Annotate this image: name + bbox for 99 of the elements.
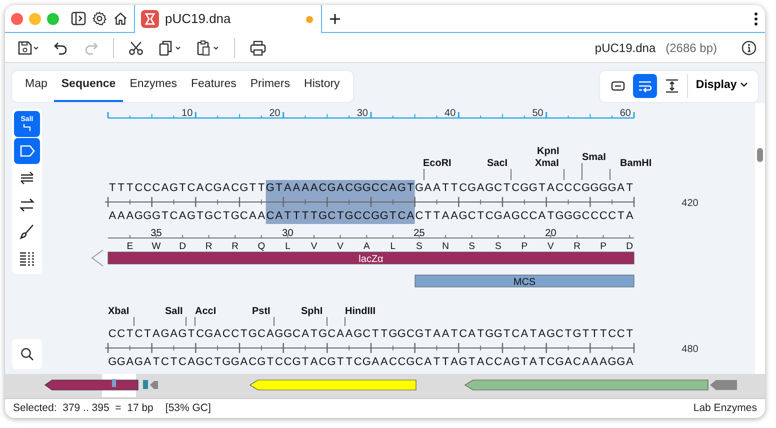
info-icon[interactable] <box>741 40 757 56</box>
amino-acid: S <box>494 241 502 252</box>
enzyme-label[interactable]: AccI <box>195 306 216 317</box>
document-name: pUC19.dna <box>594 40 656 56</box>
scrollbar[interactable] <box>755 103 765 374</box>
ruler-number: 50 <box>532 108 544 119</box>
save-icon <box>17 40 39 56</box>
amino-acid: D <box>626 241 634 252</box>
app-logo-icon <box>141 10 159 28</box>
residue-number: 30 <box>282 228 294 239</box>
sequence-text: AAAGGGTCAGTGCTGCAA <box>108 210 266 222</box>
search-icon <box>20 347 34 361</box>
enzyme-label[interactable]: HindIII <box>345 306 376 317</box>
strands-tool-icon <box>18 169 36 187</box>
paste-icon <box>196 40 220 56</box>
reverse-strand-icon <box>18 196 36 214</box>
enzyme-label[interactable]: KpnI <box>537 146 560 157</box>
tab-title: pUC19.dna <box>165 10 231 28</box>
sequence-text: GAATTCGAGCTCGGTACCCGGGGAT <box>414 182 633 194</box>
printer-icon <box>249 40 267 56</box>
sequence-text: CTTAAGCTCGAGCCATGGGCCCCTA <box>415 210 634 222</box>
copy-icon <box>158 40 182 56</box>
amino-acid: R <box>205 241 212 252</box>
row-position: 420 <box>682 198 698 209</box>
list-view-icon <box>18 250 36 268</box>
amino-acid: N <box>442 241 449 252</box>
document-tab[interactable]: pUC19.dna <box>134 5 322 33</box>
ruler-number: 60 <box>620 108 631 119</box>
view-tab[interactable]: Map <box>18 70 54 102</box>
amino-acid: S <box>468 241 475 252</box>
sequence-text: CATTTTGCTGCCGGTCA <box>266 210 414 222</box>
view-tab[interactable]: Enzymes <box>122 70 184 102</box>
enzyme-label[interactable]: SalI <box>165 306 183 317</box>
ruler-number: 40 <box>444 108 456 119</box>
feature-label: lacZα <box>358 254 384 265</box>
wrap-lines-button[interactable] <box>632 74 657 98</box>
ruler-number: 10 <box>182 108 193 119</box>
feature-tool-button[interactable] <box>14 138 40 164</box>
leader-line <box>194 316 196 326</box>
amino-acid: R <box>574 241 580 252</box>
feature-bar[interactable] <box>108 252 634 264</box>
row-position: 480 <box>682 344 698 355</box>
leader-line <box>510 168 512 180</box>
brush-tool-icon <box>18 223 36 241</box>
amino-acid: V <box>310 241 318 252</box>
enzyme-label[interactable]: BamHI <box>620 158 652 169</box>
view-tab[interactable]: History <box>297 70 347 102</box>
view-tab[interactable]: Sequence <box>54 70 123 102</box>
sequence-text: TTTCCCAGTCACGACGTT <box>109 182 265 194</box>
view-tab[interactable]: Primers <box>243 70 298 102</box>
amino-acid: V <box>337 241 344 252</box>
settings-icon[interactable] <box>92 11 107 26</box>
new-tab-icon[interactable] <box>328 12 342 26</box>
more-menu-icon[interactable] <box>753 10 759 26</box>
feature-label: MCS <box>513 277 536 288</box>
amino-acid: E <box>126 241 134 252</box>
sequence-text: CCTCTAGAGTCGACCTGCAGGCATGCAAGCTTGGCGTAATCATGGTCATAGCTGTTTCCT <box>108 328 633 340</box>
enzyme-label[interactable]: SphI <box>301 306 323 317</box>
view-tab[interactable]: Features <box>184 70 244 102</box>
close-window-button[interactable] <box>11 12 23 24</box>
cut-site-icon <box>22 123 32 132</box>
amino-acid: Q <box>258 241 266 252</box>
redo-icon <box>83 40 99 56</box>
sequence-length: (2686 bp) <box>666 40 717 56</box>
ruler-number: 30 <box>356 108 368 119</box>
amino-acid: P <box>521 241 528 252</box>
gc-content: [53% GC] <box>165 400 211 416</box>
enzyme-label[interactable]: SacI <box>487 158 508 169</box>
sidebar-toggle-icon[interactable] <box>71 11 86 26</box>
search-button[interactable] <box>12 339 42 369</box>
amino-acid: D <box>179 241 186 252</box>
sequence-text: GTAAAACGACGGCCAGT <box>266 182 414 194</box>
leader-line <box>326 316 328 326</box>
amino-acid: R <box>232 241 239 252</box>
enzyme-label[interactable]: PstI <box>252 306 270 317</box>
ruler-number: 20 <box>269 108 280 119</box>
amino-acid: P <box>600 241 606 252</box>
scissors-icon <box>128 40 144 56</box>
undo-icon <box>53 40 69 56</box>
amino-acid: S <box>416 241 422 252</box>
sequence-text: GGAGATCTCAGCTGGACGTCCGTACGTTCGAACCGCATTAGTACCAGTATCGACAAAGGA <box>108 356 634 368</box>
enzyme-label[interactable]: EcoRI <box>423 158 452 169</box>
home-icon[interactable] <box>113 11 128 26</box>
amino-acid: L <box>285 241 290 252</box>
amino-acid: L <box>390 241 396 252</box>
leader-line <box>344 316 346 326</box>
caret-icon <box>740 82 748 88</box>
amino-acid: V <box>548 241 554 252</box>
residue-number: 20 <box>545 228 556 239</box>
fit-height-icon <box>664 78 680 94</box>
selection-info: Selected: 379 .. 395 = 17 bp <box>13 400 154 416</box>
amino-acid: A <box>363 241 370 252</box>
enzyme-label[interactable]: XbaI <box>108 306 130 317</box>
residue-number: 35 <box>150 228 162 239</box>
residue-number: 25 <box>414 228 425 239</box>
amino-acid: W <box>152 241 161 252</box>
enzyme-label[interactable]: SmaI <box>582 152 606 163</box>
enzyme-set-label[interactable]: Lab Enzymes <box>693 400 757 416</box>
enzyme-label[interactable]: XmaI <box>535 158 559 169</box>
